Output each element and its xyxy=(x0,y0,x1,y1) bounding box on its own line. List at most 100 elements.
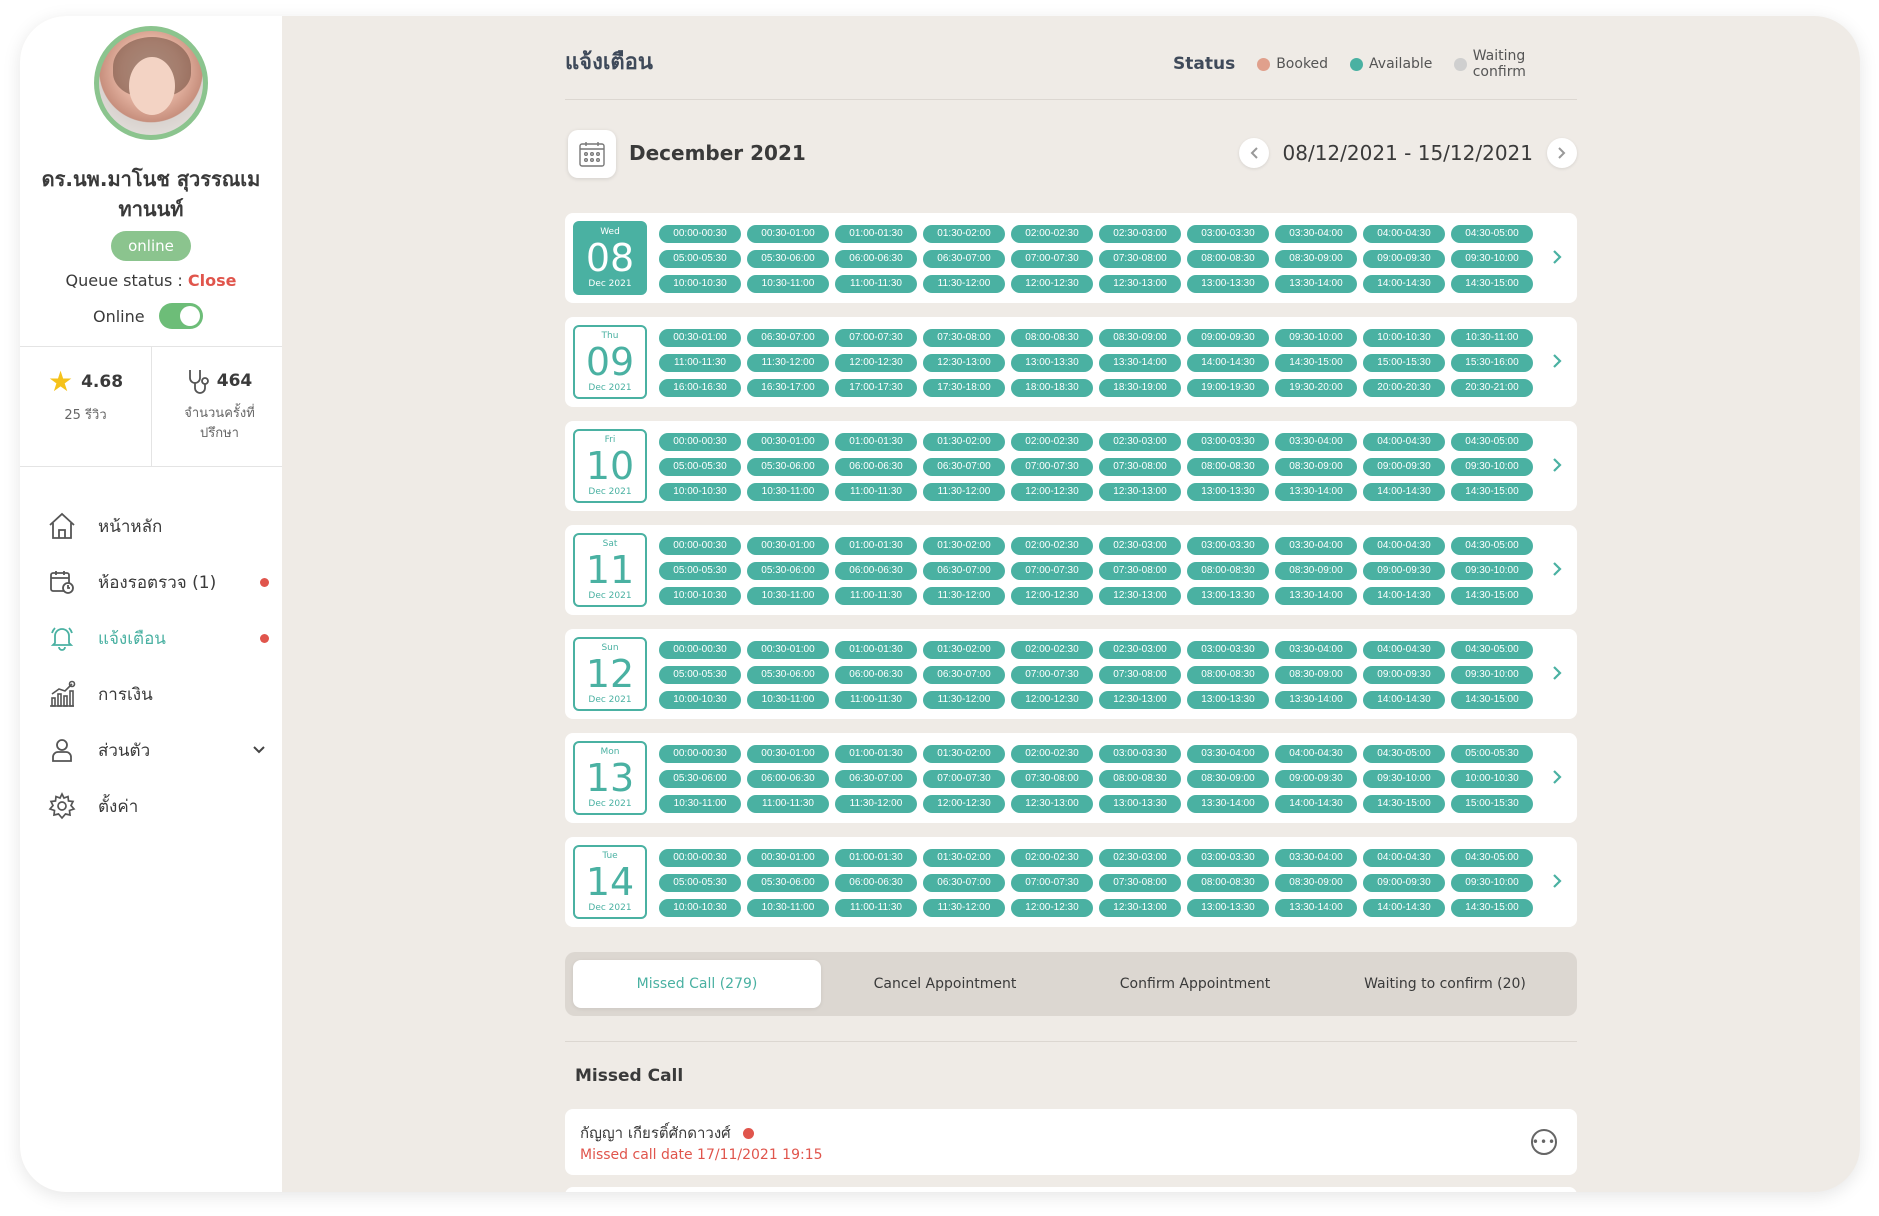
time-slot[interactable]: 08:30-09:00 xyxy=(1099,329,1181,347)
sidebar-item-profile[interactable]: ส่วนตัว xyxy=(46,722,282,778)
time-slot[interactable]: 09:00-09:30 xyxy=(1363,562,1445,580)
time-slot[interactable]: 05:30-06:00 xyxy=(747,250,829,268)
time-slot[interactable]: 03:30-04:00 xyxy=(1187,745,1269,763)
time-slot[interactable]: 16:30-17:00 xyxy=(747,379,829,397)
time-slot[interactable]: 00:30-01:00 xyxy=(747,537,829,555)
time-slot[interactable]: 08:00-08:30 xyxy=(1099,770,1181,788)
time-slot[interactable]: 16:00-16:30 xyxy=(659,379,741,397)
time-slot[interactable]: 00:00-00:30 xyxy=(659,849,741,867)
time-slot[interactable]: 08:30-09:00 xyxy=(1275,666,1357,684)
time-slot[interactable]: 09:30-10:00 xyxy=(1451,250,1533,268)
time-slot[interactable]: 03:00-03:30 xyxy=(1187,537,1269,555)
time-slot[interactable]: 01:00-01:30 xyxy=(835,641,917,659)
time-slot[interactable]: 11:00-11:30 xyxy=(835,587,917,605)
time-slot[interactable]: 04:30-05:00 xyxy=(1363,745,1445,763)
time-slot[interactable]: 12:30-13:00 xyxy=(923,354,1005,372)
time-slot[interactable]: 10:00-10:30 xyxy=(1451,770,1533,788)
time-slot[interactable]: 07:00-07:30 xyxy=(835,329,917,347)
time-slot[interactable]: 12:30-13:00 xyxy=(1099,483,1181,501)
time-slot[interactable]: 05:00-05:30 xyxy=(659,458,741,476)
next-week-button[interactable] xyxy=(1547,138,1577,168)
time-slot[interactable]: 07:00-07:30 xyxy=(923,770,1005,788)
time-slot[interactable]: 05:30-06:00 xyxy=(747,458,829,476)
time-slot[interactable]: 11:30-12:00 xyxy=(923,587,1005,605)
time-slot[interactable]: 11:30-12:00 xyxy=(923,483,1005,501)
missed-call-item[interactable] xyxy=(565,1187,1577,1192)
time-slot[interactable]: 07:30-08:00 xyxy=(1099,458,1181,476)
time-slot[interactable]: 01:30-02:00 xyxy=(923,745,1005,763)
time-slot[interactable]: 14:30-15:00 xyxy=(1451,899,1533,917)
time-slot[interactable]: 14:00-14:30 xyxy=(1363,587,1445,605)
time-slot[interactable]: 09:30-10:00 xyxy=(1275,329,1357,347)
time-slot[interactable]: 00:30-01:00 xyxy=(747,849,829,867)
time-slot[interactable]: 12:30-13:00 xyxy=(1099,275,1181,293)
time-slot[interactable]: 13:30-14:00 xyxy=(1275,899,1357,917)
time-slot[interactable]: 08:30-09:00 xyxy=(1275,562,1357,580)
time-slot[interactable]: 02:30-03:00 xyxy=(1099,849,1181,867)
time-slot[interactable]: 10:00-10:30 xyxy=(659,899,741,917)
time-slot[interactable]: 01:30-02:00 xyxy=(923,849,1005,867)
time-slot[interactable]: 12:00-12:30 xyxy=(1011,899,1093,917)
time-slot[interactable]: 14:00-14:30 xyxy=(1363,483,1445,501)
time-slot[interactable]: 08:00-08:30 xyxy=(1011,329,1093,347)
time-slot[interactable]: 08:00-08:30 xyxy=(1187,562,1269,580)
time-slot[interactable]: 10:00-10:30 xyxy=(659,483,741,501)
time-slot[interactable]: 18:00-18:30 xyxy=(1011,379,1093,397)
time-slot[interactable]: 01:30-02:00 xyxy=(923,225,1005,243)
time-slot[interactable]: 06:30-07:00 xyxy=(835,770,917,788)
time-slot[interactable]: 10:30-11:00 xyxy=(659,795,741,813)
sidebar-item-settings[interactable]: ตั้งค่า xyxy=(46,778,282,834)
chevron-right-icon[interactable] xyxy=(1547,351,1567,371)
time-slot[interactable]: 06:00-06:30 xyxy=(835,458,917,476)
time-slot[interactable]: 00:00-00:30 xyxy=(659,433,741,451)
time-slot[interactable]: 01:00-01:30 xyxy=(835,849,917,867)
time-slot[interactable]: 11:30-12:00 xyxy=(923,899,1005,917)
time-slot[interactable]: 02:30-03:00 xyxy=(1099,537,1181,555)
time-slot[interactable]: 13:30-14:00 xyxy=(1099,354,1181,372)
time-slot[interactable]: 04:00-04:30 xyxy=(1363,225,1445,243)
time-slot[interactable]: 13:30-14:00 xyxy=(1275,275,1357,293)
time-slot[interactable]: 09:30-10:00 xyxy=(1451,562,1533,580)
time-slot[interactable]: 08:30-09:00 xyxy=(1275,874,1357,892)
time-slot[interactable]: 03:00-03:30 xyxy=(1187,849,1269,867)
time-slot[interactable]: 12:30-13:00 xyxy=(1099,899,1181,917)
tab-missed-call[interactable]: Missed Call (279) xyxy=(573,960,821,1008)
time-slot[interactable]: 04:00-04:30 xyxy=(1363,849,1445,867)
time-slot[interactable]: 00:30-01:00 xyxy=(747,433,829,451)
time-slot[interactable]: 05:00-05:30 xyxy=(659,250,741,268)
time-slot[interactable]: 07:00-07:30 xyxy=(1011,874,1093,892)
time-slot[interactable]: 04:00-04:30 xyxy=(1275,745,1357,763)
time-slot[interactable]: 02:00-02:30 xyxy=(1011,849,1093,867)
time-slot[interactable]: 06:00-06:30 xyxy=(835,874,917,892)
time-slot[interactable]: 12:00-12:30 xyxy=(1011,275,1093,293)
time-slot[interactable]: 04:30-05:00 xyxy=(1451,225,1533,243)
time-slot[interactable]: 05:00-05:30 xyxy=(659,874,741,892)
time-slot[interactable]: 09:30-10:00 xyxy=(1363,770,1445,788)
date-tile[interactable]: Sat 11 Dec 2021 xyxy=(573,533,647,607)
time-slot[interactable]: 14:00-14:30 xyxy=(1363,899,1445,917)
time-slot[interactable]: 12:30-13:00 xyxy=(1099,587,1181,605)
time-slot[interactable]: 14:30-15:00 xyxy=(1451,691,1533,709)
time-slot[interactable]: 04:30-05:00 xyxy=(1451,537,1533,555)
time-slot[interactable]: 07:00-07:30 xyxy=(1011,250,1093,268)
time-slot[interactable]: 03:30-04:00 xyxy=(1275,641,1357,659)
time-slot[interactable]: 01:00-01:30 xyxy=(835,745,917,763)
time-slot[interactable]: 15:00-15:30 xyxy=(1363,354,1445,372)
time-slot[interactable]: 02:00-02:30 xyxy=(1011,641,1093,659)
time-slot[interactable]: 00:00-00:30 xyxy=(659,225,741,243)
time-slot[interactable]: 07:30-08:00 xyxy=(1099,562,1181,580)
date-tile[interactable]: Tue 14 Dec 2021 xyxy=(573,845,647,919)
time-slot[interactable]: 09:00-09:30 xyxy=(1187,329,1269,347)
doctor-avatar[interactable] xyxy=(94,26,208,140)
time-slot[interactable]: 07:30-08:00 xyxy=(923,329,1005,347)
time-slot[interactable]: 06:00-06:30 xyxy=(747,770,829,788)
time-slot[interactable]: 10:30-11:00 xyxy=(1451,329,1533,347)
time-slot[interactable]: 13:30-14:00 xyxy=(1275,587,1357,605)
online-toggle[interactable] xyxy=(158,303,203,329)
time-slot[interactable]: 08:30-09:00 xyxy=(1187,770,1269,788)
time-slot[interactable]: 07:00-07:30 xyxy=(1011,458,1093,476)
time-slot[interactable]: 10:30-11:00 xyxy=(747,275,829,293)
time-slot[interactable]: 04:00-04:30 xyxy=(1363,641,1445,659)
sidebar-item-finance[interactable]: การเงิน xyxy=(46,666,282,722)
time-slot[interactable]: 06:30-07:00 xyxy=(923,874,1005,892)
